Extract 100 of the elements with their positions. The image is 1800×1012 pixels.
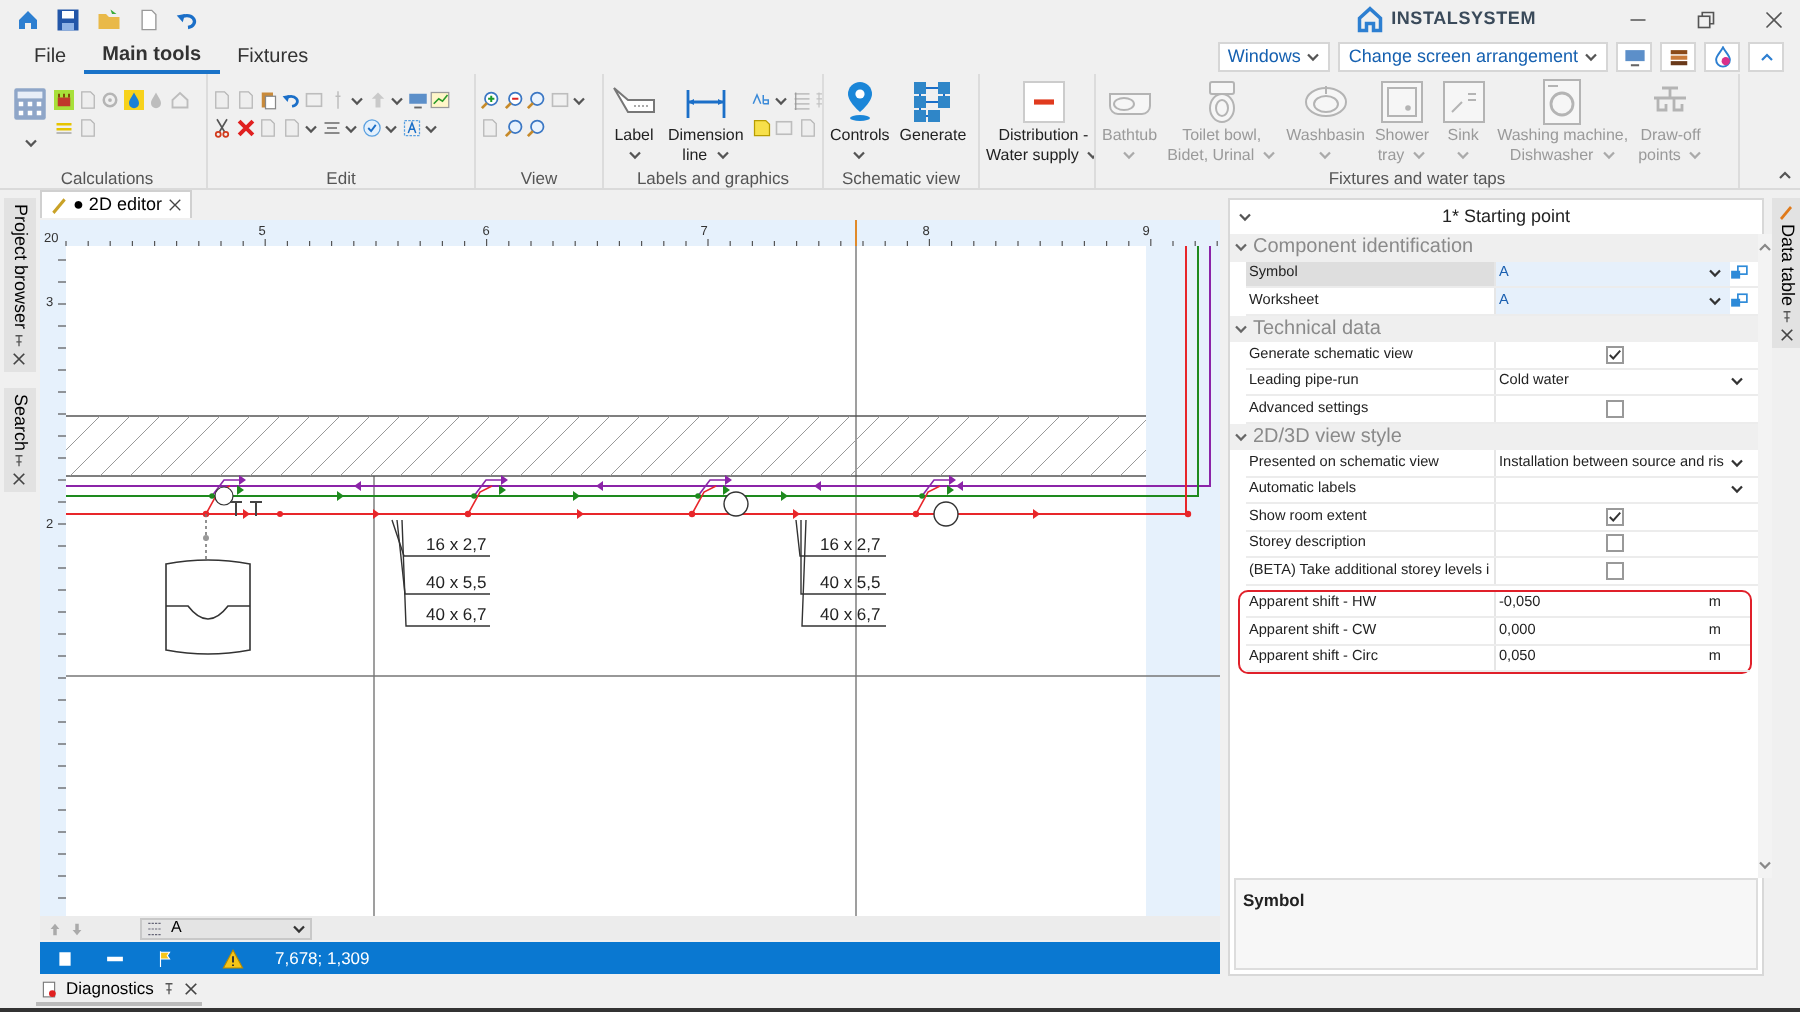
caret-icon bbox=[1707, 268, 1721, 279]
caret-icon bbox=[1584, 52, 1598, 62]
description-title: Symbol bbox=[1243, 890, 1305, 910]
arrow-down-icon bbox=[69, 919, 83, 937]
caret-icon bbox=[390, 95, 404, 105]
ribbon-button[interactable]: Controls bbox=[828, 78, 892, 159]
scissors-icon bbox=[212, 118, 232, 138]
restore-icon bbox=[1696, 10, 1716, 30]
text-frame-icon bbox=[401, 118, 421, 138]
layers-button[interactable] bbox=[1660, 42, 1696, 72]
delete-icon bbox=[235, 118, 255, 138]
ribbon-button[interactable]: Dimension line bbox=[666, 78, 746, 164]
pipe-size-label: 40 x 6,7 bbox=[819, 604, 880, 624]
house-icon bbox=[16, 8, 40, 32]
close-icon bbox=[167, 198, 182, 212]
caret-icon bbox=[1601, 149, 1616, 160]
lines-icon bbox=[54, 118, 74, 138]
shower-tray-icon bbox=[1378, 78, 1426, 126]
layer-dropdown[interactable]: A bbox=[139, 917, 311, 939]
screen-arrangement-dropdown[interactable]: Change screen arrangement bbox=[1338, 42, 1608, 72]
pin-icon bbox=[161, 982, 176, 996]
caret-icon bbox=[715, 149, 730, 160]
collapse-ribbon-button[interactable] bbox=[1748, 42, 1784, 72]
ribbon-button[interactable]: Distribution - Water supply bbox=[984, 78, 1094, 164]
list-icon bbox=[791, 90, 812, 110]
group-label: Edit bbox=[324, 166, 358, 188]
side-panel-tab[interactable]: Data table bbox=[1771, 198, 1800, 349]
warning-icon bbox=[221, 947, 243, 969]
ribbon-button[interactable]: Generate bbox=[897, 78, 969, 145]
ribbon-tab[interactable]: File bbox=[16, 40, 85, 74]
sink-icon bbox=[1439, 78, 1488, 126]
frame-icon bbox=[304, 90, 324, 110]
scrollbar[interactable] bbox=[1757, 234, 1771, 878]
minus-icon bbox=[1019, 78, 1068, 126]
folder-icon bbox=[96, 8, 122, 32]
coordinates-text: 7,678; 1,309 bbox=[275, 945, 370, 971]
logo-icon bbox=[1355, 6, 1384, 34]
align-icon bbox=[321, 118, 341, 138]
checkbox[interactable] bbox=[1605, 534, 1623, 553]
ribbon-tab[interactable]: Main tools bbox=[84, 40, 220, 74]
caret-icon bbox=[774, 95, 789, 105]
windows-dropdown[interactable]: Windows bbox=[1217, 42, 1331, 72]
undo-icon bbox=[281, 90, 301, 110]
check-icon bbox=[1607, 347, 1621, 362]
page-icon bbox=[55, 949, 73, 967]
checkbox[interactable] bbox=[1605, 561, 1623, 580]
pencil-icon bbox=[49, 196, 67, 214]
caret-icon bbox=[627, 149, 641, 159]
pipe-size-label: 40 x 5,5 bbox=[819, 572, 880, 592]
group-label: Fixtures and water taps bbox=[1326, 166, 1508, 188]
caret-icon bbox=[1729, 484, 1743, 495]
caret-icon bbox=[1306, 52, 1321, 62]
caret-icon bbox=[424, 123, 438, 133]
diagnostics-tab[interactable]: Diagnostics bbox=[36, 976, 202, 1006]
zoom-out-icon bbox=[503, 90, 523, 110]
caret-icon bbox=[1456, 149, 1471, 159]
zoom-in-icon bbox=[480, 90, 500, 110]
caret-icon bbox=[1262, 149, 1277, 160]
arrow-icon bbox=[367, 90, 387, 110]
chart-icon bbox=[430, 90, 450, 110]
checkbox[interactable] bbox=[1605, 399, 1623, 418]
checkbox[interactable] bbox=[1605, 345, 1623, 364]
drop-button[interactable] bbox=[1704, 42, 1740, 72]
checkbox[interactable] bbox=[1605, 507, 1623, 526]
link-icon bbox=[1729, 264, 1747, 283]
caret-icon bbox=[1759, 52, 1773, 62]
group-label: Labels and graphics bbox=[634, 166, 792, 188]
pipe-size-label: 16 x 2,7 bbox=[425, 534, 486, 554]
ribbon-tab[interactable]: Fixtures bbox=[219, 40, 327, 74]
washing-machine-icon bbox=[1538, 78, 1587, 126]
panel-title: 1* Starting point bbox=[1441, 203, 1571, 230]
house-icon bbox=[169, 90, 189, 110]
pin-icon bbox=[12, 333, 27, 348]
side-panel-tab[interactable]: Search bbox=[4, 387, 35, 493]
tank-drawing bbox=[164, 513, 250, 655]
caret-icon bbox=[1688, 149, 1703, 160]
group-label: View bbox=[518, 166, 560, 188]
layers-icon bbox=[145, 919, 163, 937]
close-icon bbox=[12, 472, 27, 487]
caret-icon bbox=[1122, 149, 1137, 159]
caret-icon bbox=[350, 95, 364, 105]
caret-icon bbox=[1233, 323, 1247, 334]
caret-icon bbox=[1757, 242, 1771, 252]
drop-icon bbox=[1711, 46, 1733, 68]
close-icon bbox=[183, 982, 198, 996]
caret-icon bbox=[852, 149, 867, 159]
caret-icon bbox=[1233, 242, 1247, 253]
caret-icon bbox=[23, 138, 37, 148]
side-panel-tab[interactable]: Project browser bbox=[4, 198, 35, 372]
undo-icon bbox=[176, 8, 200, 32]
arrow-up-icon bbox=[47, 919, 61, 937]
monitor-icon bbox=[1623, 46, 1645, 68]
caret-icon bbox=[304, 123, 318, 133]
caret-icon bbox=[1757, 860, 1771, 870]
caret-icon bbox=[1318, 149, 1333, 159]
editor-tab[interactable]: ● 2D editor bbox=[39, 190, 192, 218]
caret-icon bbox=[1233, 431, 1247, 442]
pipe-size-label: 40 x 6,7 bbox=[425, 604, 486, 624]
caret-icon bbox=[291, 923, 305, 933]
ribbon-button[interactable]: Label bbox=[608, 78, 660, 159]
